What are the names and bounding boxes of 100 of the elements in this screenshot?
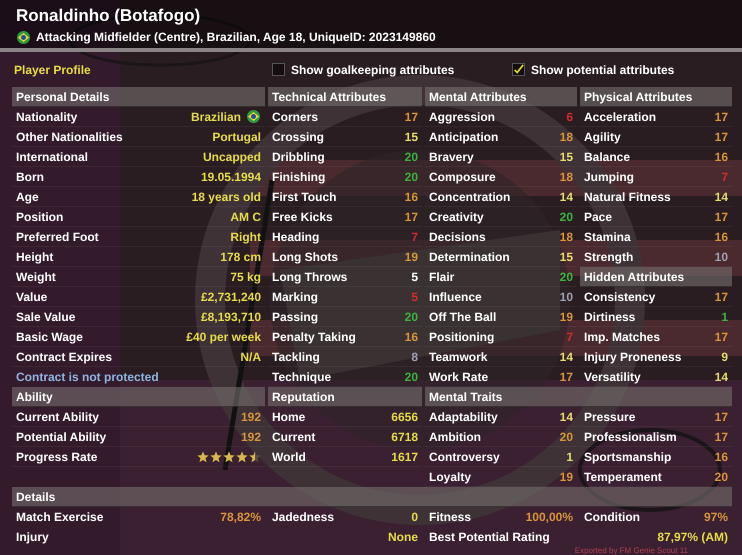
attribute-label: Marking <box>272 288 318 306</box>
attribute-label: Technique <box>272 368 332 386</box>
attribute-label: Dribbling <box>272 148 325 166</box>
attribute-label: International <box>16 148 88 166</box>
attribute-value: 8 <box>411 348 418 366</box>
checkbox[interactable] <box>272 63 285 76</box>
attribute-label: First Touch <box>272 188 336 206</box>
attribute-value: 19 <box>560 468 573 486</box>
attribute-value: 15 <box>404 128 418 146</box>
contract-note: Contract is not protected <box>16 369 159 386</box>
attribute-value: 16 <box>714 148 728 166</box>
attribute-value: 16 <box>714 448 728 466</box>
attribute-value: Brazilian <box>190 108 241 126</box>
attribute-value: 19 <box>560 308 573 326</box>
attribute-label: Influence <box>429 288 482 306</box>
attribute-label: Ambition <box>429 428 481 446</box>
attribute-value: 18 <box>560 168 573 186</box>
attribute-label: Nationality <box>16 108 78 126</box>
attribute-value: N/A <box>240 348 261 366</box>
attribute-label: Determination <box>429 248 510 266</box>
checkbox-label: Show potential attributes <box>531 62 674 78</box>
attribute-label: Balance <box>584 148 630 166</box>
attribute-label: Strength <box>584 248 634 266</box>
attribute-label: Imp. Matches <box>584 328 660 346</box>
star-icon <box>249 450 261 462</box>
star-icon <box>197 450 209 462</box>
attribute-label: Dirtiness <box>584 308 636 326</box>
star-icon <box>223 450 235 462</box>
attribute-label: Aggression <box>429 108 496 126</box>
attribute-label: Corners <box>272 108 318 126</box>
attribute-label: Pressure <box>584 408 636 426</box>
checkbox-label: Show goalkeeping attributes <box>291 62 454 78</box>
detail-label: Injury <box>16 529 49 546</box>
attribute-label: Versatility <box>584 368 641 386</box>
section-label: Player Profile <box>14 62 92 78</box>
section-header: Mental Traits <box>425 387 732 407</box>
attribute-label: Crossing <box>272 128 324 146</box>
attribute-value: 17 <box>404 208 418 226</box>
attribute-label: World <box>272 448 306 466</box>
attribute-label: Value <box>16 288 48 306</box>
attribute-value: 20 <box>404 308 418 326</box>
attribute-value: Right <box>230 228 261 246</box>
attribute-value: 17 <box>714 108 728 126</box>
section-header: Physical Attributes <box>580 87 732 107</box>
attribute-label: Anticipation <box>429 128 498 146</box>
star-icon <box>236 450 248 462</box>
attribute-value: 14 <box>560 348 573 366</box>
attribute-label: Professionalism <box>584 428 677 446</box>
attribute-label: Preferred Foot <box>16 228 99 246</box>
flag-icon <box>16 30 31 44</box>
attribute-label: Born <box>16 168 44 186</box>
attribute-value: 17 <box>714 208 728 226</box>
attribute-label: Long Throws <box>272 268 348 286</box>
attribute-label: Acceleration <box>584 108 656 126</box>
attribute-value: 6656 <box>391 408 418 426</box>
attribute-label: Controversy <box>429 448 500 466</box>
attribute-value: 16 <box>404 328 418 346</box>
attribute-label: Height <box>16 248 54 266</box>
attribute-label: Injury Proneness <box>584 348 682 366</box>
section-header: Personal Details <box>12 87 265 107</box>
player-subtitle: Attacking Midfielder (Centre), Brazilian, Age 18, UniqueID: 2023149860 <box>36 29 436 46</box>
player-name: Ronaldinho (Botafogo) <box>16 5 202 27</box>
section-header: Reputation <box>268 387 422 407</box>
export-note: Exported by FM Genie Scout 11 <box>574 547 688 555</box>
detail-value: None <box>388 529 418 546</box>
attribute-value: 19.05.1994 <box>200 168 261 186</box>
checkbox[interactable] <box>512 63 525 76</box>
attribute-value: 178 cm <box>220 248 261 266</box>
attribute-value: 1 <box>566 448 573 466</box>
attribute-label: Work Rate <box>429 368 488 386</box>
attribute-value: 20 <box>560 208 573 226</box>
attribute-value: 10 <box>714 248 728 266</box>
attribute-label: Long Shots <box>272 248 338 266</box>
detail-value: 97% <box>704 509 728 526</box>
attribute-value: 7 <box>411 228 418 246</box>
attribute-label: Creativity <box>429 208 484 226</box>
attribute-label: Teamwork <box>429 348 488 366</box>
attribute-value: 10 <box>560 288 573 306</box>
detail-label: Jadedness <box>272 509 334 526</box>
attribute-label: Pace <box>584 208 612 226</box>
attribute-label: Home <box>272 408 306 426</box>
attribute-value: 18 years old <box>192 188 261 206</box>
attribute-value: 1 <box>721 308 728 326</box>
attribute-value: 6718 <box>391 428 418 446</box>
attribute-label: Current Ability <box>16 408 99 426</box>
attribute-value: £8,193,710 <box>200 308 261 326</box>
attribute-label: Finishing <box>272 168 326 186</box>
attribute-label: Progress Rate <box>16 448 98 466</box>
attribute-value: 18 <box>560 228 573 246</box>
detail-label: Fitness <box>429 509 472 526</box>
attribute-label: Free Kicks <box>272 208 333 226</box>
attribute-value: 17 <box>714 288 728 306</box>
attribute-label: Consistency <box>584 288 656 306</box>
attribute-label: Tackling <box>272 348 320 366</box>
attribute-label: Current <box>272 428 316 446</box>
attribute-value: 5 <box>411 288 418 306</box>
attribute-value: Uncapped <box>202 148 261 166</box>
attribute-label: Weight <box>16 268 56 286</box>
attribute-label: Adaptability <box>429 408 498 426</box>
attribute-value: £40 per week <box>186 328 261 346</box>
